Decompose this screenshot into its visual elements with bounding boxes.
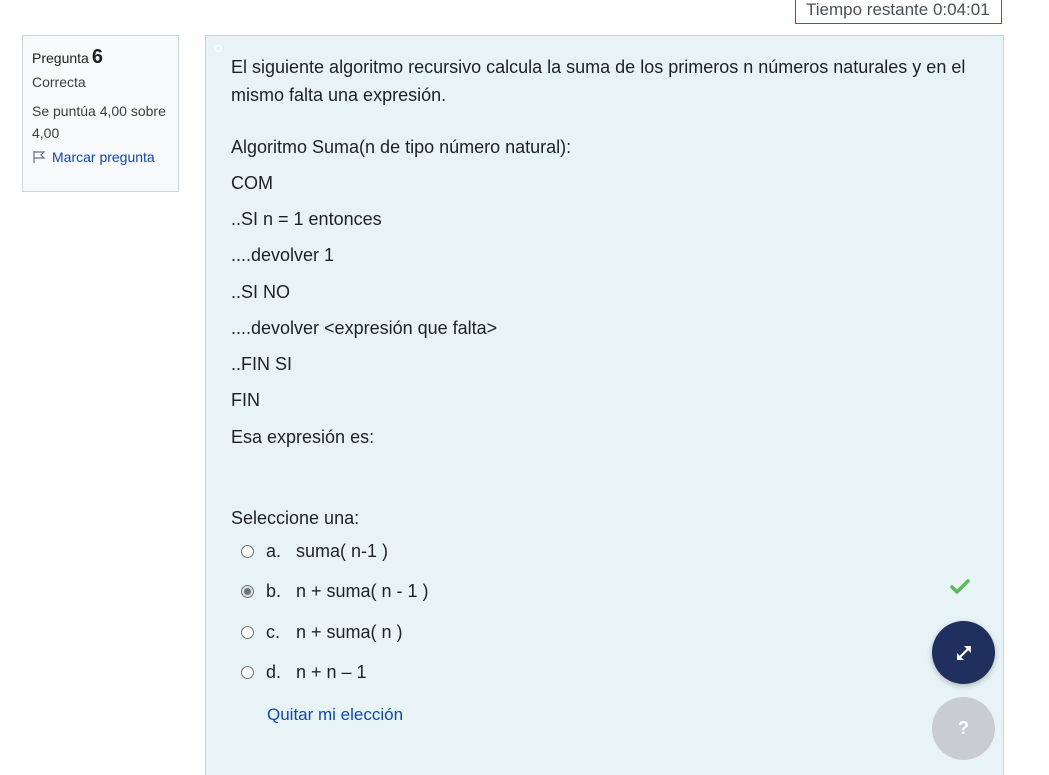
- decorative-dot: [215, 45, 222, 52]
- algorithm-line: ..SI n = 1 entonces: [231, 209, 382, 229]
- option-text: n + suma( n - 1 ): [296, 580, 429, 601]
- question-number: Pregunta 6: [32, 46, 169, 69]
- option-text: n + n – 1: [296, 661, 367, 682]
- algorithm-line: Algoritmo Suma(n de tipo número natural)…: [231, 137, 572, 157]
- clear-choice-link[interactable]: Quitar mi elección: [267, 705, 403, 725]
- algorithm-line: ....devolver 1: [231, 245, 335, 265]
- radio-a[interactable]: [241, 544, 254, 558]
- radio-d[interactable]: [241, 665, 254, 679]
- algorithm-line: ....devolver <expresión que falta>: [231, 318, 498, 338]
- answer-option-a[interactable]: a. suma( n-1 ): [241, 539, 388, 563]
- radio-c[interactable]: [241, 625, 254, 639]
- question-grade: Se puntúa 4,00 sobre 4,00: [32, 103, 166, 141]
- algorithm-line: ..FIN SI: [231, 354, 293, 374]
- expand-button[interactable]: [932, 621, 995, 684]
- answer-option-c[interactable]: c. n + suma( n ): [241, 620, 403, 644]
- select-prompt: Seleccione una:: [231, 508, 360, 528]
- question-state: Correcta: [32, 74, 86, 90]
- timer-value: 0:04:01: [932, 0, 990, 19]
- algorithm-line: Esa expresión es:: [231, 427, 375, 447]
- answer-option-b[interactable]: b. n + suma( n - 1 ): [241, 579, 429, 603]
- help-icon: ?: [958, 718, 969, 738]
- option-text: n + suma( n ): [296, 621, 403, 642]
- expand-icon: [956, 645, 971, 660]
- help-button[interactable]: ?: [932, 697, 995, 760]
- flag-question-button[interactable]: Marcar pregunta: [32, 149, 169, 165]
- option-letter: c.: [266, 621, 281, 642]
- answer-option-d[interactable]: d. n + n – 1: [241, 660, 367, 684]
- radio-b[interactable]: [241, 584, 254, 598]
- question-label: Pregunta: [32, 50, 89, 66]
- timer-label: Tiempo restante: [806, 0, 929, 19]
- algorithm-line: ..SI NO: [231, 282, 291, 302]
- question-info-panel: Pregunta 6 Correcta Se puntúa 4,00 sobre …: [22, 35, 179, 192]
- algorithm-line: FIN: [231, 390, 260, 410]
- option-letter: d.: [266, 661, 282, 682]
- option-letter: a.: [266, 540, 282, 561]
- option-letter: b.: [266, 580, 282, 601]
- algorithm-line: COM: [231, 173, 273, 193]
- question-content: El siguiente algoritmo recursivo calcula…: [205, 35, 1004, 775]
- flag-question-label: Marcar pregunta: [52, 149, 155, 165]
- correct-check-icon: [950, 579, 970, 594]
- flag-icon: [33, 151, 46, 163]
- option-text: suma( n-1 ): [296, 540, 389, 561]
- question-text: El siguiente algoritmo recursivo calcula…: [231, 57, 966, 105]
- timer-display: Tiempo restante 0:04:01: [795, 0, 1002, 24]
- question-number-value: 6: [91, 46, 103, 68]
